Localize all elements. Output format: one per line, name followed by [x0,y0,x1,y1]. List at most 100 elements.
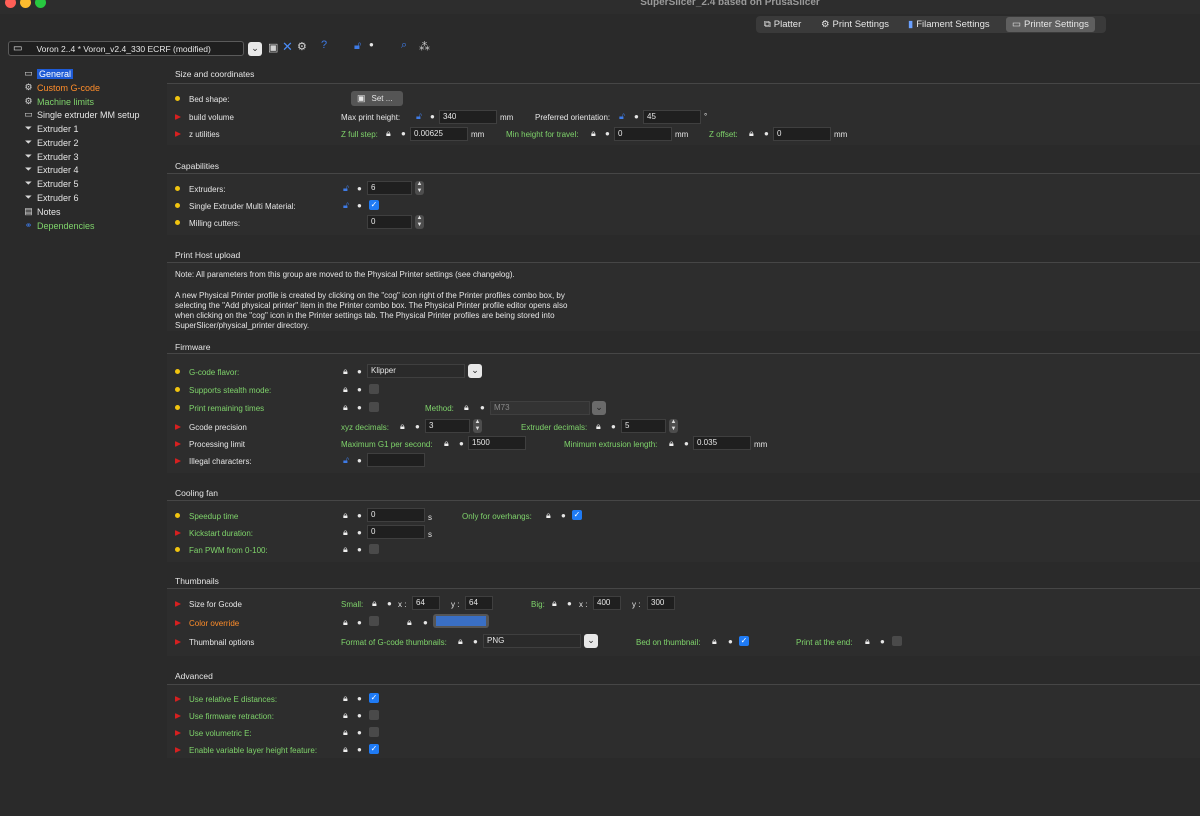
color-swatch-button[interactable] [433,614,489,628]
bullet-icon[interactable]: ● [357,745,362,754]
lock-icon[interactable]: 🔒︎ [865,636,870,647]
bullet-icon[interactable]: ● [611,422,616,431]
bullet-icon[interactable]: ● [357,201,362,210]
tab-filament-settings[interactable]: ▮ Filament Settings [902,17,996,32]
extruder-decimals-stepper[interactable]: ▲ ▼ [669,419,678,433]
preset-dropdown-button[interactable]: ⌄ [248,42,262,56]
volumetric-checkbox[interactable] [369,727,379,737]
save-icon[interactable]: ▣ [268,41,278,54]
z-offset-input[interactable]: 0 [773,127,831,141]
bullet-icon[interactable]: ● [605,129,610,138]
lock-icon[interactable]: 🔒︎ [343,510,348,521]
unlock-icon[interactable]: 🔓︎ [343,200,349,211]
bullet-icon[interactable]: ● [357,728,362,737]
bullet-icon[interactable]: ● [357,711,362,720]
sidebar-item-extruder-4[interactable]: ⏷ Extruder 4 [23,163,79,176]
lock-icon[interactable]: 🔒︎ [669,438,674,449]
lock-icon[interactable]: 🔒︎ [552,598,557,609]
sidebar-item-extruder-3[interactable]: ⏷ Extruder 3 [23,150,79,163]
bullet-icon[interactable]: ● [423,618,428,627]
lock-icon[interactable]: 🔒︎ [343,402,348,413]
tab-printer-settings[interactable]: ▭ Printer Settings [1006,17,1095,32]
method-select[interactable]: M73 [490,401,590,415]
sidebar-item-extruder-6[interactable]: ⏷ Extruder 6 [23,191,79,204]
single-mm-checkbox[interactable]: ✓ [369,200,379,210]
bullet-icon[interactable]: ● [387,599,392,608]
bullet-icon[interactable]: ● [561,511,566,520]
method-dropdown-button[interactable]: ⌄ [592,401,606,415]
xyz-decimals-input[interactable]: 3 [425,419,470,433]
bullet-icon[interactable]: ● [357,545,362,554]
lock-icon[interactable]: 🔒︎ [343,744,348,755]
lock-icon[interactable]: 🔒︎ [712,636,717,647]
search-icon[interactable]: ⌕ [401,39,407,52]
remaining-times-checkbox[interactable] [369,402,379,412]
small-y-input[interactable]: 64 [465,596,493,610]
bullet-icon[interactable]: ● [459,439,464,448]
bullet-icon[interactable]: ● [357,456,362,465]
bullet-icon[interactable]: ● [880,637,885,646]
bullet-icon[interactable]: ● [430,112,435,121]
unlock-icon[interactable]: 🔓︎ [343,455,349,466]
lock-icon[interactable]: 🔒︎ [386,128,391,139]
bullet-icon[interactable]: ● [473,637,478,646]
bullet-icon[interactable]: ● [357,528,362,537]
big-y-input[interactable]: 300 [647,596,675,610]
format-dropdown-button[interactable]: ⌄ [584,634,598,648]
lock-icon[interactable]: 🔒︎ [343,527,348,538]
bullet-icon[interactable]: ● [357,385,362,394]
sidebar-item-notes[interactable]: ▤ Notes [23,205,60,218]
kickstart-input[interactable]: 0 [367,525,425,539]
tab-platter[interactable]: ⧉ Platter [758,17,807,32]
xyz-decimals-stepper[interactable]: ▲ ▼ [473,419,482,433]
lock-icon[interactable]: 🔒︎ [343,617,348,628]
min-extrusion-input[interactable]: 0.035 [693,436,751,450]
sidebar-item-machine-limits[interactable]: ⚙ Machine limits [23,95,94,108]
unlock-icon[interactable]: 🔓︎ [416,111,422,122]
bullet-icon[interactable]: ● [357,618,362,627]
bullet-icon[interactable]: ● [357,694,362,703]
bullet-icon[interactable]: ● [401,129,406,138]
unlock-icon[interactable]: 🔓︎ [619,111,625,122]
lock-icon[interactable]: 🔒︎ [458,636,463,647]
milling-stepper[interactable]: ▲ ▼ [415,215,424,229]
lock-icon[interactable]: 🔒︎ [343,710,348,721]
stealth-checkbox[interactable] [369,384,379,394]
fw-retraction-checkbox[interactable] [369,710,379,720]
lock-icon[interactable]: 🔒︎ [591,128,596,139]
z-full-step-input[interactable]: 0.00625 [410,127,468,141]
color-override-checkbox[interactable] [369,616,379,626]
lock-icon[interactable]: 🔒︎ [546,510,551,521]
lock-icon[interactable]: 🔒︎ [749,128,754,139]
max-print-height-input[interactable]: 340 [439,110,497,124]
sidebar-item-custom-gcode[interactable]: ⚙ Custom G-code [23,81,100,94]
sidebar-item-single-extruder-mm[interactable]: ▭ Single extruder MM setup [23,108,139,121]
bullet-icon[interactable]: ● [415,422,420,431]
unlock-icon[interactable]: 🔓︎ [354,40,361,53]
relative-e-checkbox[interactable]: ✓ [369,693,379,703]
unlock-icon[interactable]: 🔓︎ [343,183,349,194]
lock-icon[interactable]: 🔒︎ [444,438,449,449]
bullet-icon[interactable]: ● [567,599,572,608]
bullet-icon[interactable]: ● [357,367,362,376]
bullet-icon[interactable]: ● [480,403,485,412]
delete-preset-icon[interactable]: ✕ [282,39,293,55]
overhangs-checkbox[interactable]: ✓ [572,510,582,520]
milling-input[interactable]: 0 [367,215,412,229]
bullet-icon[interactable]: ● [684,439,689,448]
extruders-stepper[interactable]: ▲ ▼ [415,181,424,195]
set-bed-shape-button[interactable]: ▣ Set ... [351,91,403,106]
lock-icon[interactable]: 🔒︎ [343,366,348,377]
bullet-icon[interactable]: ● [357,403,362,412]
bullet-icon[interactable]: ● [728,637,733,646]
bed-thumbnail-checkbox[interactable]: ✓ [739,636,749,646]
variable-layer-checkbox[interactable]: ✓ [369,744,379,754]
extruder-decimals-input[interactable]: 5 [621,419,666,433]
sidebar-item-dependencies[interactable]: ⚭ Dependencies [23,219,95,232]
lock-icon[interactable]: 🔒︎ [343,384,348,395]
small-x-input[interactable]: 64 [412,596,440,610]
lock-icon[interactable]: 🔒︎ [407,617,412,628]
preferred-orientation-input[interactable]: 45 [643,110,701,124]
bullet-icon[interactable]: ● [634,112,639,121]
sidebar-item-general[interactable]: ▭ General [23,67,74,80]
